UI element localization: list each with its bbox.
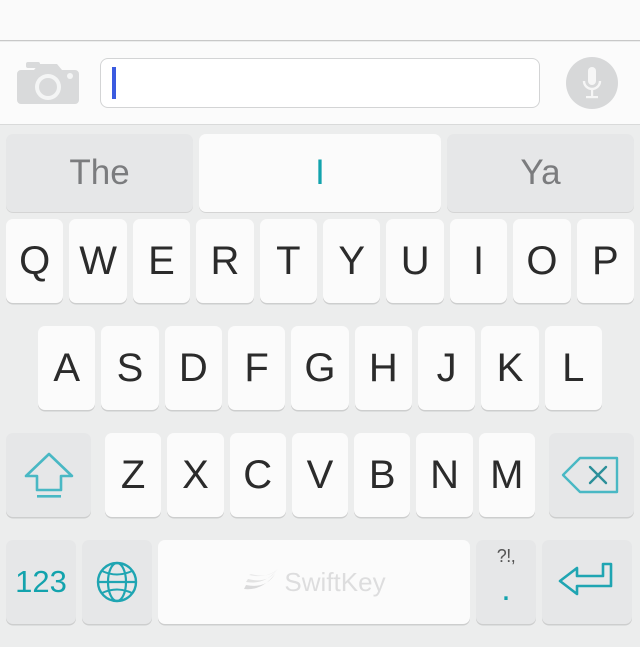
swiftkey-branding: SwiftKey (242, 566, 386, 598)
camera-icon (17, 60, 79, 106)
shift-arrow-icon (22, 449, 76, 501)
key-q[interactable]: Q (6, 219, 64, 303)
key-h[interactable]: H (354, 326, 412, 410)
camera-button[interactable] (0, 42, 96, 125)
key-j[interactable]: J (417, 326, 476, 410)
suggestion-right[interactable]: Ya (447, 133, 634, 212)
key-p[interactable]: P (576, 219, 635, 303)
swiftkey-keyboard-screen: The I Ya Q W E R T Y U I O P A S D F G H… (0, 0, 640, 647)
key-e[interactable]: E (132, 219, 191, 303)
numeric-key[interactable]: 123 (6, 540, 76, 624)
key-u[interactable]: U (386, 219, 444, 303)
microphone-button[interactable] (544, 42, 640, 125)
suggestion-center[interactable]: I (199, 133, 441, 212)
key-y[interactable]: Y (323, 219, 381, 303)
keyboard-row-2: A S D F G H J K L (0, 326, 640, 433)
text-cursor (112, 67, 116, 99)
keyboard-row-4: 123 SwiftKey ?!, . (0, 540, 640, 647)
key-c[interactable]: C (229, 433, 286, 517)
input-toolbar (0, 42, 640, 125)
swiftkey-wordmark: SwiftKey (284, 566, 386, 597)
key-g[interactable]: G (291, 326, 349, 410)
key-x[interactable]: X (167, 433, 224, 517)
microphone-circle (566, 57, 618, 109)
key-d[interactable]: D (164, 326, 222, 410)
key-t[interactable]: T (259, 219, 318, 303)
backspace-delete-icon (560, 454, 622, 496)
microphone-icon (580, 65, 604, 101)
backspace-key[interactable] (548, 433, 634, 517)
key-k[interactable]: K (481, 326, 539, 410)
enter-key[interactable] (542, 540, 632, 624)
key-i[interactable]: I (449, 219, 508, 303)
app-content-area (0, 0, 640, 41)
enter-return-icon (557, 560, 617, 604)
shift-key[interactable] (6, 433, 91, 517)
language-globe-key[interactable] (82, 540, 152, 624)
keyboard: Q W E R T Y U I O P A S D F G H J K L Z … (0, 219, 640, 647)
punctuation-secondary-label: ?!, (496, 546, 516, 566)
key-r[interactable]: R (196, 219, 254, 303)
key-b[interactable]: B (354, 433, 411, 517)
text-input-field[interactable] (100, 58, 540, 108)
suggestion-bar: The I Ya (0, 126, 640, 219)
key-o[interactable]: O (513, 219, 571, 303)
punctuation-primary-label: . (501, 570, 511, 608)
key-m[interactable]: M (478, 433, 535, 517)
key-v[interactable]: V (291, 433, 349, 517)
space-key[interactable]: SwiftKey (158, 540, 470, 624)
keyboard-row-3: Z X C V B N M (0, 433, 640, 540)
key-z[interactable]: Z (105, 433, 162, 517)
key-n[interactable]: N (416, 433, 473, 517)
key-s[interactable]: S (101, 326, 159, 410)
key-a[interactable]: A (38, 326, 96, 410)
key-l[interactable]: L (544, 326, 602, 410)
key-w[interactable]: W (69, 219, 127, 303)
suggestion-left[interactable]: The (6, 133, 193, 212)
globe-language-icon (94, 559, 140, 605)
swiftkey-swoosh-icon (242, 569, 280, 595)
keyboard-row-1: Q W E R T Y U I O P (0, 219, 640, 326)
key-f[interactable]: F (227, 326, 286, 410)
punctuation-key[interactable]: ?!, . (476, 540, 536, 624)
